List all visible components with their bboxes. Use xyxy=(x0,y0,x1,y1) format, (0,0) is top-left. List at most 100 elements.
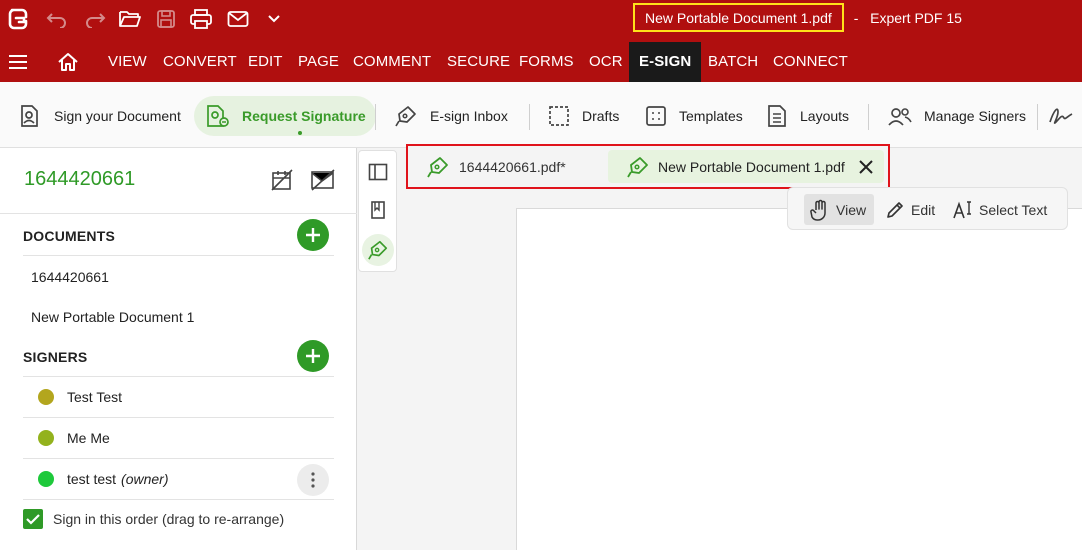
app-title: - Expert PDF 15 xyxy=(854,10,962,26)
divider xyxy=(23,458,334,459)
select-text-label: Select Text xyxy=(979,201,1048,218)
side-tool-strip xyxy=(358,150,397,272)
document-item[interactable]: New Portable Document 1 xyxy=(31,309,194,325)
title-bar: New Portable Document 1.pdf - Expert PDF… xyxy=(0,0,1082,38)
documents-heading: DOCUMENTS xyxy=(23,228,116,244)
tab-forms[interactable]: FORMS xyxy=(519,42,574,82)
esign-inbox-label: E-sign Inbox xyxy=(430,108,508,124)
sign-document-label: Sign your Document xyxy=(54,108,181,124)
signer-color-dot xyxy=(38,389,54,405)
signer-role: (owner) xyxy=(121,471,169,487)
sign-document-button[interactable]: Sign your Document xyxy=(18,96,181,136)
app-logo-icon[interactable] xyxy=(5,6,31,32)
layouts-icon xyxy=(768,105,786,127)
pencil-icon xyxy=(887,201,903,218)
more-vertical-icon xyxy=(311,472,315,488)
drafts-label: Drafts xyxy=(582,108,620,124)
layouts-button[interactable]: Layouts xyxy=(766,96,849,136)
pen-nib-icon xyxy=(627,156,648,177)
layouts-label: Layouts xyxy=(800,108,850,124)
calendar-cancel-icon[interactable] xyxy=(270,168,294,197)
app-name: Expert PDF 15 xyxy=(870,9,962,26)
tab-secure[interactable]: SECURE xyxy=(447,42,510,82)
home-icon[interactable] xyxy=(57,52,79,77)
mode-toolbar: View Edit Select Text xyxy=(787,187,1068,230)
drafts-button[interactable]: Drafts xyxy=(548,96,619,136)
request-signature-button[interactable]: Request Signature xyxy=(194,96,376,136)
sign-order-option[interactable]: Sign in this order (drag to re-arrange) xyxy=(23,509,284,529)
plus-icon xyxy=(306,349,320,363)
signer-row[interactable]: test test (owner) xyxy=(38,471,169,487)
pdf-page[interactable] xyxy=(516,208,1082,550)
ribbon-divider xyxy=(529,104,530,130)
pen-nib-icon xyxy=(395,106,416,127)
sign-document-icon xyxy=(21,105,38,127)
save-icon[interactable] xyxy=(153,6,179,32)
add-signer-button[interactable] xyxy=(297,340,329,372)
close-icon[interactable] xyxy=(858,159,874,175)
divider xyxy=(23,499,334,500)
document-tabs: 1644420661.pdf* New Portable Document 1.… xyxy=(406,144,890,189)
esign-pen-icon[interactable] xyxy=(362,234,394,266)
ribbon-divider xyxy=(1037,104,1038,130)
add-document-button[interactable] xyxy=(297,219,329,251)
ribbon-divider xyxy=(868,104,869,130)
tab-convert[interactable]: CONVERT xyxy=(163,42,237,82)
mail-off-icon[interactable] xyxy=(310,168,336,197)
undo-icon[interactable] xyxy=(44,6,70,32)
panel-title: 1644420661 xyxy=(24,168,136,190)
signer-name: Test Test xyxy=(67,389,122,405)
open-folder-icon[interactable] xyxy=(117,6,143,32)
templates-button[interactable]: Templates xyxy=(645,96,743,136)
document-tab[interactable]: 1644420661.pdf* xyxy=(426,150,566,183)
tab-ocr[interactable]: OCR xyxy=(589,42,623,82)
view-mode-button[interactable]: View xyxy=(804,194,874,225)
signature-icon[interactable] xyxy=(1048,104,1074,133)
document-title: New Portable Document 1.pdf xyxy=(633,3,844,32)
window-title: New Portable Document 1.pdf - Expert PDF… xyxy=(633,3,962,32)
document-item[interactable]: 1644420661 xyxy=(31,269,109,285)
signer-color-dot xyxy=(38,471,54,487)
manage-signers-label: Manage Signers xyxy=(924,108,1026,124)
redo-icon[interactable] xyxy=(82,6,108,32)
divider xyxy=(23,417,334,418)
menu-bar: VIEW CONVERT EDIT PAGE COMMENT SECURE FO… xyxy=(0,38,1082,82)
tab-edit[interactable]: EDIT xyxy=(248,42,283,82)
manage-signers-button[interactable]: Manage Signers xyxy=(888,96,1026,136)
bookmark-icon[interactable] xyxy=(365,197,391,223)
signer-name: test test xyxy=(67,471,117,487)
request-signature-label: Request Signature xyxy=(242,108,366,124)
hamburger-menu-icon[interactable] xyxy=(8,54,28,75)
print-icon[interactable] xyxy=(188,6,214,32)
panel-toggle-icon[interactable] xyxy=(365,159,391,185)
users-icon xyxy=(888,108,912,126)
tab-connect[interactable]: CONNECT xyxy=(773,42,848,82)
signer-color-dot xyxy=(38,430,54,446)
esign-inbox-button[interactable]: E-sign Inbox xyxy=(394,96,508,136)
templates-label: Templates xyxy=(679,108,743,124)
select-text-button[interactable]: Select Text xyxy=(953,194,1047,225)
tab-comment[interactable]: COMMENT xyxy=(353,42,431,82)
tab-e-sign[interactable]: E-SIGN xyxy=(629,42,702,82)
mail-icon[interactable] xyxy=(225,6,251,32)
tab-view[interactable]: VIEW xyxy=(108,42,147,82)
signer-row[interactable]: Test Test xyxy=(38,389,122,405)
edit-mode-button[interactable]: Edit xyxy=(885,194,935,225)
plus-icon xyxy=(306,228,320,242)
document-tab-active[interactable]: New Portable Document 1.pdf xyxy=(608,150,884,183)
esign-side-panel: 1644420661 DOCUMENTS 1644420661 New Port… xyxy=(0,148,357,550)
chevron-down-icon[interactable] xyxy=(261,6,287,32)
ribbon-toolbar: Sign your Document Request Signature E-s… xyxy=(0,82,1082,148)
signer-more-button[interactable] xyxy=(297,464,329,496)
document-tab-label: New Portable Document 1.pdf xyxy=(658,158,845,175)
sign-order-checkbox[interactable] xyxy=(23,509,43,529)
tab-page[interactable]: PAGE xyxy=(298,42,339,82)
check-icon xyxy=(26,514,40,525)
sign-order-label: Sign in this order (drag to re-arrange) xyxy=(53,511,285,527)
signers-heading: SIGNERS xyxy=(23,349,88,365)
tab-batch[interactable]: BATCH xyxy=(708,42,758,82)
hand-icon xyxy=(810,199,826,221)
drafts-icon xyxy=(549,106,569,126)
ribbon-divider xyxy=(375,104,376,130)
signer-row[interactable]: Me Me xyxy=(38,430,110,446)
